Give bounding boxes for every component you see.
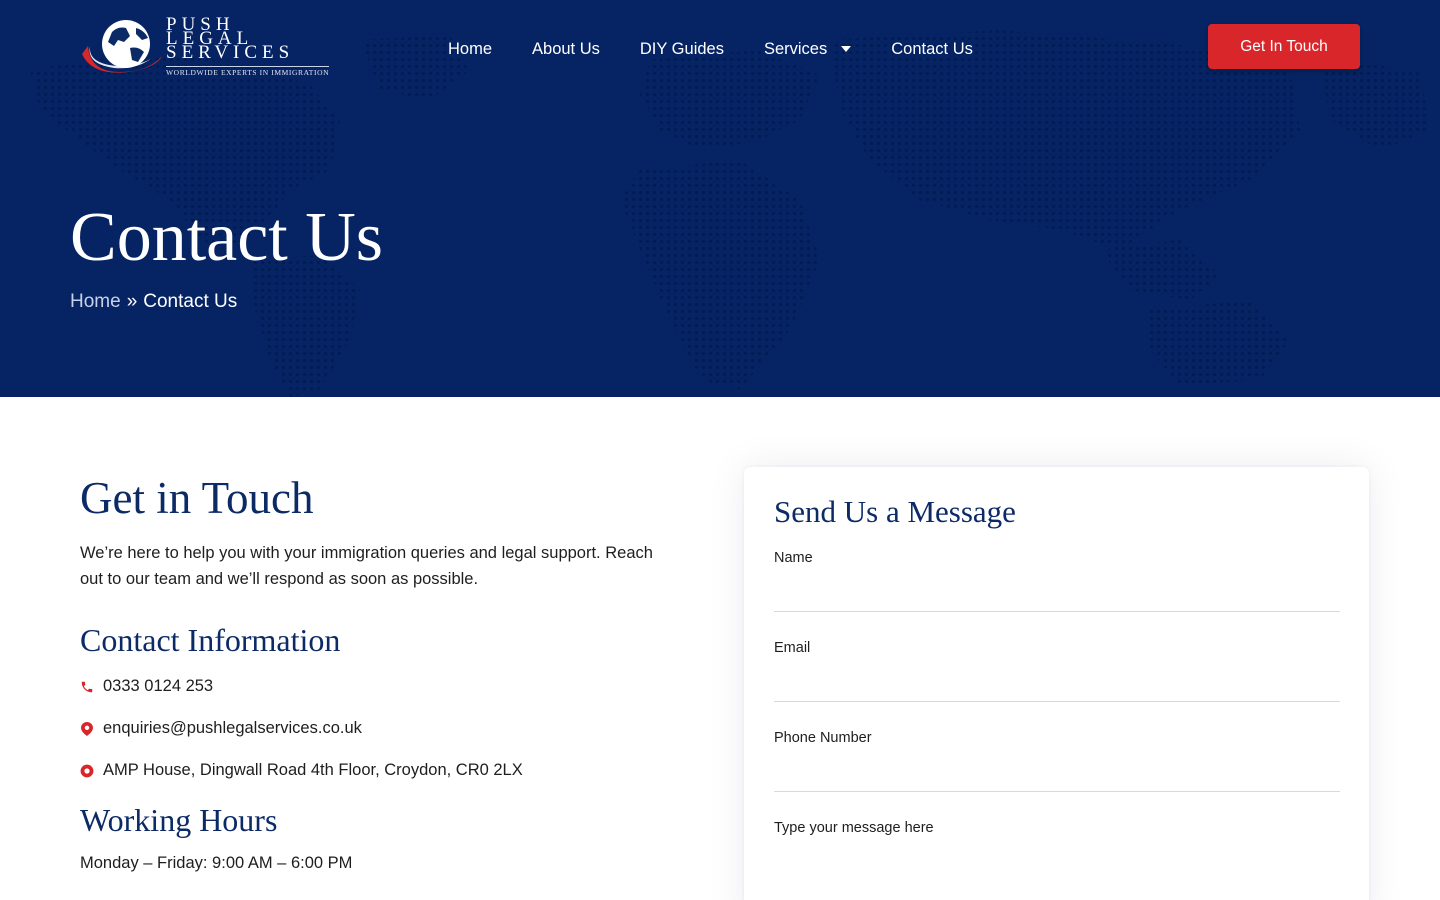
working-hours-heading: Working Hours bbox=[80, 802, 278, 838]
nav-item-services[interactable]: Services bbox=[763, 39, 852, 59]
breadcrumb-home-link[interactable]: Home bbox=[70, 291, 121, 312]
caret-down-icon[interactable] bbox=[841, 46, 852, 52]
main-nav: Home About Us DIY Guides Services Contac… bbox=[448, 36, 1013, 62]
contact-form-card: Send Us a Message Name Email Phone Numbe… bbox=[744, 467, 1369, 900]
page-title: Contact Us bbox=[70, 199, 384, 276]
hero-section: PUSH LEGAL SERVICES WORLDWIDE EXPERTS IN… bbox=[0, 0, 1440, 397]
working-hours-text: Monday – Friday: 9:00 AM – 6:00 PM bbox=[80, 854, 353, 872]
phone-icon bbox=[80, 680, 94, 694]
email-field-label: Email bbox=[774, 640, 811, 656]
name-field-group: Name bbox=[774, 550, 1340, 612]
intro-text: We’re here to help you with your immigra… bbox=[80, 544, 653, 588]
nav-item-contact-us[interactable]: Contact Us bbox=[891, 40, 973, 59]
nav-item-services-label: Services bbox=[763, 39, 828, 58]
location-circle-icon bbox=[80, 764, 94, 778]
message-field[interactable] bbox=[774, 836, 1340, 896]
email-address: enquiries@pushlegalservices.co.uk bbox=[103, 719, 362, 737]
breadcrumb-current: Contact Us bbox=[143, 291, 238, 312]
globe-logo-icon bbox=[82, 20, 162, 73]
email-row[interactable]: enquiries@pushlegalservices.co.uk bbox=[80, 719, 362, 738]
message-field-group: Type your message here bbox=[774, 820, 1340, 896]
name-field[interactable] bbox=[774, 566, 1340, 612]
phone-field-group: Phone Number bbox=[774, 730, 1340, 792]
breadcrumb: Home» Contact Us bbox=[70, 291, 237, 313]
breadcrumb-separator: » bbox=[126, 291, 138, 312]
brand-logo[interactable]: PUSH LEGAL SERVICES WORLDWIDE EXPERTS IN… bbox=[78, 15, 330, 80]
email-field[interactable] bbox=[774, 656, 1340, 702]
phone-field[interactable] bbox=[774, 746, 1340, 792]
nav-item-diy-guides[interactable]: DIY Guides bbox=[640, 40, 724, 59]
logo-line-3: SERVICES bbox=[166, 42, 295, 63]
logo-wordmark: PUSH LEGAL SERVICES bbox=[166, 15, 295, 63]
address-row: AMP House, Dingwall Road 4th Floor, Croy… bbox=[80, 761, 523, 780]
phone-row[interactable]: 0333 0124 253 bbox=[80, 677, 213, 696]
office-address: AMP House, Dingwall Road 4th Floor, Croy… bbox=[103, 761, 523, 779]
form-heading: Send Us a Message bbox=[774, 494, 1016, 529]
nav-item-about-us[interactable]: About Us bbox=[532, 40, 600, 59]
map-pin-icon bbox=[80, 721, 94, 736]
phone-field-label: Phone Number bbox=[774, 730, 872, 746]
name-field-label: Name bbox=[774, 550, 813, 566]
message-field-label: Type your message here bbox=[774, 820, 934, 836]
nav-item-home[interactable]: Home bbox=[448, 40, 492, 59]
contact-information-heading: Contact Information bbox=[80, 622, 341, 658]
phone-number: 0333 0124 253 bbox=[103, 677, 214, 695]
get-in-touch-button[interactable]: Get In Touch bbox=[1208, 24, 1360, 69]
email-field-group: Email bbox=[774, 640, 1340, 702]
logo-tagline: WORLDWIDE EXPERTS IN IMMIGRATION bbox=[166, 66, 330, 77]
get-in-touch-heading: Get in Touch bbox=[80, 473, 314, 523]
contact-details-section: Get in Touch We’re here to help you with… bbox=[80, 470, 680, 872]
